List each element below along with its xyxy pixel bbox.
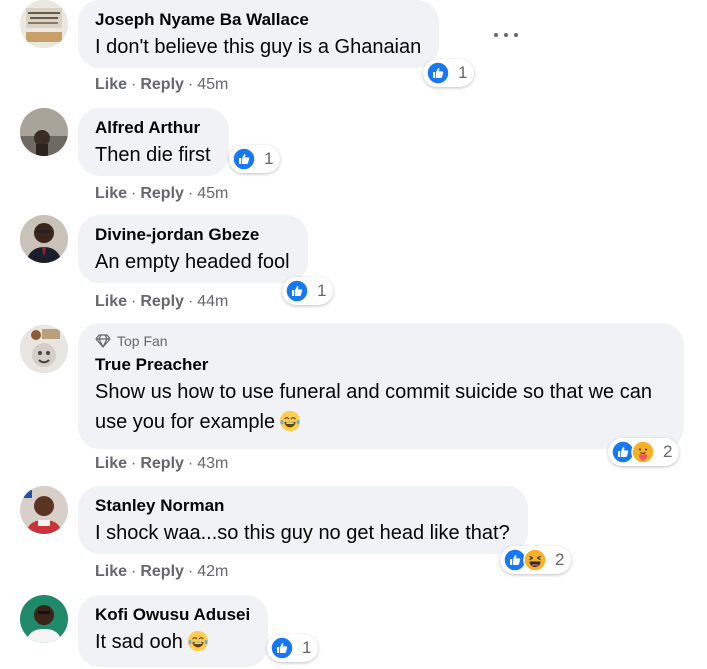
like-reaction-icon	[426, 61, 450, 85]
comment-bubble: Joseph Nyame Ba Wallace I don't believe …	[78, 0, 440, 68]
reply-button[interactable]: Reply	[140, 76, 184, 93]
laughing-tears-emoji-icon	[279, 410, 301, 432]
laughing-tears-emoji-icon	[187, 630, 209, 652]
comment-author[interactable]: True Preacher	[95, 353, 666, 377]
separator: ·	[131, 563, 137, 580]
avatar[interactable]	[20, 215, 68, 263]
comment-actions: Like · Reply · 45m	[95, 185, 228, 203]
reply-button[interactable]: Reply	[140, 293, 184, 310]
comment-text: An empty headed fool	[95, 251, 290, 273]
comment-time[interactable]: 45m	[197, 185, 228, 202]
separator: ·	[187, 185, 194, 202]
reaction-count: 1	[317, 281, 327, 300]
avatar[interactable]	[20, 595, 68, 643]
like-button[interactable]: Like	[95, 455, 127, 472]
comment-text: I shock waa...so this guy no get head li…	[95, 522, 510, 544]
haha-reaction-icon	[523, 548, 547, 572]
top-fan-label: Top Fan	[117, 333, 168, 349]
comment-actions: Like · Reply · 43m	[95, 455, 228, 473]
avatar[interactable]	[20, 108, 68, 156]
avatar[interactable]	[20, 0, 68, 48]
comment-bubble: Alfred Arthur Then die first	[78, 108, 229, 176]
reaction-count: 1	[302, 638, 312, 657]
reaction-count: 2	[555, 550, 565, 569]
reaction-summary[interactable]: 1	[267, 634, 319, 662]
top-fan-badge[interactable]: Top Fan	[95, 331, 666, 351]
comment-author[interactable]: Divine-jordan Gbeze	[95, 223, 290, 247]
comment-text: Show us how to use funeral and commit su…	[95, 377, 665, 437]
reaction-summary[interactable]: 2	[608, 438, 680, 466]
reply-button[interactable]: Reply	[140, 185, 184, 202]
separator: ·	[187, 455, 194, 472]
reaction-summary[interactable]: 1	[229, 145, 281, 173]
comment-text: It sad ooh	[95, 627, 250, 657]
comment-actions: Like · Reply · 44m	[95, 293, 228, 311]
comment-text: I don't believe this guy is a Ghanaian	[95, 36, 422, 58]
separator: ·	[187, 293, 194, 310]
like-reaction-icon	[270, 636, 294, 660]
like-button[interactable]: Like	[95, 563, 127, 580]
comment-time[interactable]: 42m	[197, 563, 228, 580]
separator: ·	[131, 293, 137, 310]
comment-time[interactable]: 43m	[197, 455, 228, 472]
like-button[interactable]: Like	[95, 76, 127, 93]
comment-author[interactable]: Alfred Arthur	[95, 116, 211, 140]
reaction-count: 1	[458, 63, 468, 82]
comment-bubble: Stanley Norman I shock waa...so this guy…	[78, 486, 528, 554]
comment-bubble: Divine-jordan Gbeze An empty headed fool	[78, 215, 308, 283]
separator: ·	[131, 76, 137, 93]
reaction-count: 2	[663, 442, 673, 461]
reaction-summary[interactable]: 1	[423, 59, 475, 87]
separator: ·	[131, 455, 137, 472]
avatar[interactable]	[20, 486, 68, 534]
care-reaction-icon	[631, 440, 655, 464]
avatar[interactable]	[20, 325, 68, 373]
comment-bubble: Kofi Owusu Adusei It sad ooh	[78, 595, 269, 667]
like-button[interactable]: Like	[95, 293, 127, 310]
separator: ·	[131, 185, 137, 202]
comment-text-body: Show us how to use funeral and commit su…	[95, 381, 652, 433]
comment-author[interactable]: Stanley Norman	[95, 494, 510, 518]
diamond-icon	[95, 334, 111, 348]
reaction-summary[interactable]: 1	[282, 277, 334, 305]
comment-author[interactable]: Kofi Owusu Adusei	[95, 603, 250, 627]
comment-author[interactable]: Joseph Nyame Ba Wallace	[95, 8, 421, 32]
separator: ·	[187, 76, 194, 93]
reaction-summary[interactable]: 2	[500, 546, 572, 574]
comment-text: Then die first	[95, 144, 211, 166]
comment-text-body: It sad ooh	[95, 631, 183, 653]
reply-button[interactable]: Reply	[140, 455, 184, 472]
comment-actions: Like · Reply · 45m	[95, 76, 228, 94]
separator: ·	[187, 563, 194, 580]
like-button[interactable]: Like	[95, 185, 127, 202]
reply-button[interactable]: Reply	[140, 563, 184, 580]
comment-time[interactable]: 45m	[197, 76, 228, 93]
comment-actions: Like · Reply · 42m	[95, 563, 228, 581]
like-reaction-icon	[285, 279, 309, 303]
comment-bubble: Top Fan True Preacher Show us how to use…	[78, 323, 684, 449]
more-options-icon[interactable]	[494, 25, 518, 45]
like-reaction-icon	[232, 147, 256, 171]
comment-time[interactable]: 44m	[197, 293, 228, 310]
reaction-count: 1	[264, 149, 274, 168]
